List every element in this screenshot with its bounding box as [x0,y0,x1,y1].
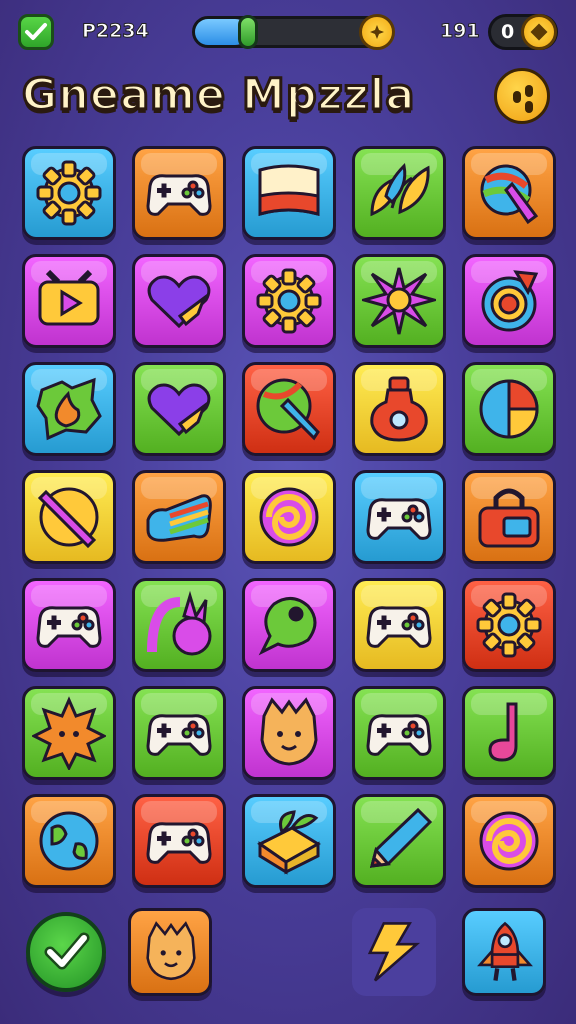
swirl-icon [259,487,319,547]
paint-brush-icon [480,164,539,225]
gift-box-icon [257,810,321,875]
coin-counter[interactable]: 0 [488,14,558,50]
puzzle-tile[interactable] [462,578,556,672]
lock-screen-icon [478,488,540,548]
puzzle-tile[interactable] [22,686,116,780]
puzzle-tile[interactable] [352,686,446,780]
potion-icon [370,376,428,442]
puzzle-tile[interactable] [242,794,336,888]
level-label: P2234 [82,20,150,43]
pencil-icon [369,807,433,869]
puzzle-tile[interactable] [462,362,556,456]
progress-knob [238,15,259,49]
coin-icon [521,14,557,50]
bottom-item-lightning[interactable] [352,908,436,996]
puzzle-tile[interactable] [132,470,226,564]
play-screen-icon [38,269,100,326]
gamepad-icon [146,174,212,216]
puzzle-tile[interactable] [462,470,556,564]
gamepad-icon [146,822,212,864]
puzzle-tile[interactable] [132,362,226,456]
heart-icon [147,275,211,329]
pencil-leaf-icon [256,378,320,441]
puzzle-tile[interactable] [22,254,116,348]
coin-icon [359,14,395,50]
lightning-icon [367,922,421,982]
music-note-icon [488,702,518,762]
cat-face-icon [260,697,318,766]
puzzle-tile[interactable] [352,794,446,888]
puzzle-tile[interactable] [242,470,336,564]
ball-icon [479,379,539,439]
cat-face-icon [146,921,196,981]
puzzle-tile[interactable] [132,254,226,348]
globe-icon [39,811,99,871]
chat-bubble-icon [258,597,317,656]
rainbow-gamepad-icon [146,494,212,542]
puzzle-tile[interactable] [242,578,336,672]
puzzle-tile[interactable] [132,686,226,780]
coin-count: 0 [501,21,515,43]
puzzle-tile[interactable] [242,254,336,348]
fire-badge-icon [36,377,102,441]
puzzle-tile[interactable] [22,470,116,564]
heart-icon [147,383,211,437]
top-bar: P2234 191 0 [0,0,576,64]
puzzle-tile[interactable] [462,686,556,780]
sun-face-icon [32,696,106,770]
puzzle-tile[interactable] [242,686,336,780]
puzzle-tile[interactable] [462,794,556,888]
gear-icon [36,160,102,226]
puzzle-tile[interactable] [22,146,116,240]
swirl-arrow-icon [481,270,539,332]
rocket-icon [477,921,533,981]
gear-icon [476,592,542,658]
puzzle-tile[interactable] [352,146,446,240]
level-progress-bar [192,14,395,50]
game-title: Gneame Mpzzla [20,69,416,122]
puzzle-tile[interactable] [242,362,336,456]
gamepad-icon [366,606,432,648]
puzzle-tile[interactable] [462,146,556,240]
gamepad-icon [366,714,432,756]
gamepad-icon [36,606,102,648]
puzzle-tile[interactable] [352,362,446,456]
bottom-item-cat-face[interactable] [128,908,212,996]
puzzle-tile[interactable] [132,794,226,888]
swirl-icon [479,811,539,871]
puzzle-tile[interactable] [22,794,116,888]
bunny-icon [147,590,212,656]
flag-icon [258,164,320,216]
leaf-icon [370,162,430,217]
confirm-checkmark-button[interactable] [26,912,106,992]
bottom-item-rocket[interactable] [462,908,546,996]
gamepad-icon [366,498,432,540]
puzzle-tile[interactable] [242,146,336,240]
puzzle-tile[interactable] [22,362,116,456]
puzzle-tile[interactable] [22,578,116,672]
settings-badge-icon[interactable] [494,68,550,124]
puzzle-tile[interactable] [132,578,226,672]
puzzle-tile[interactable] [352,470,446,564]
pencil-ball-icon [37,487,99,549]
checkmark-icon[interactable] [18,14,54,50]
puzzle-tile[interactable] [462,254,556,348]
star-flower-icon [362,267,436,335]
gear-icon [256,268,322,334]
score-value: 191 [440,20,481,43]
gamepad-icon [146,714,212,756]
puzzle-tile[interactable] [352,578,446,672]
puzzle-tile[interactable] [352,254,446,348]
puzzle-tile[interactable] [132,146,226,240]
